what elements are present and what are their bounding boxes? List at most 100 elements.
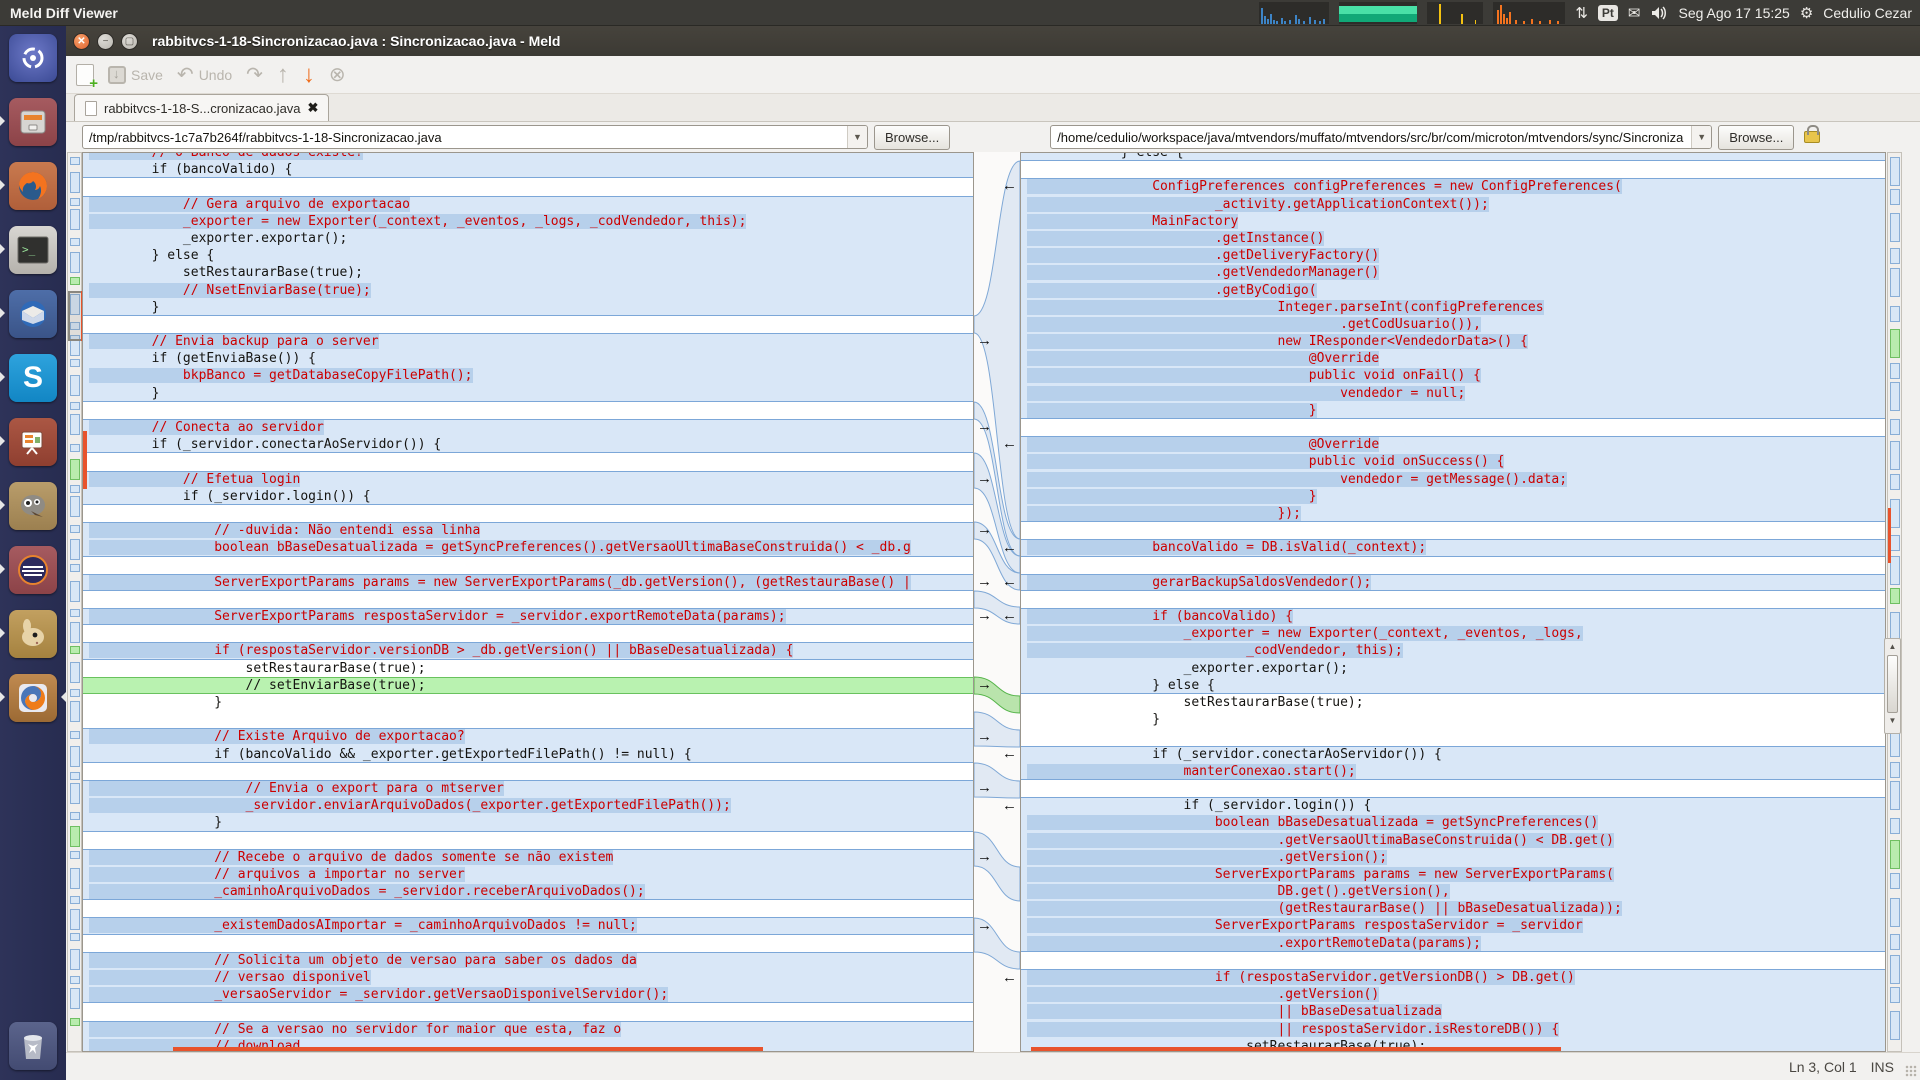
save-button[interactable]: Save — [108, 66, 163, 84]
push-right-arrow[interactable]: → — [977, 472, 992, 486]
tab-comparison[interactable]: rabbitvcs-1-18-S...cronizacao.java ✖ — [74, 94, 329, 121]
scrollbar-thumb[interactable] — [1887, 655, 1898, 713]
overview-chunk-blue — [1890, 382, 1900, 411]
right-overview-map[interactable] — [1887, 152, 1902, 1052]
overview-chunk-green — [1890, 840, 1900, 869]
left-code-pane[interactable]: // O Banco de dados existe? if (bancoVal… — [82, 152, 974, 1052]
code-line: || bBaseDesatualizada — [1021, 1003, 1885, 1020]
overview-chunk-blue — [1890, 499, 1900, 528]
code-line: _versaoServidor = _servidor.getVersaoDis… — [83, 986, 973, 1003]
code-line: if (bancoValido) { — [1021, 608, 1885, 625]
sound-indicator-icon[interactable] — [1651, 6, 1669, 20]
rabbitvcs-icon — [9, 610, 57, 658]
push-right-arrow[interactable]: → — [977, 420, 992, 434]
left-file-combo[interactable]: /tmp/rabbitvcs-1c7a7b264f/rabbitvcs-1-18… — [82, 125, 868, 149]
pull-left-arrow[interactable]: ← — [1002, 437, 1017, 451]
overview-chunk-blue — [1890, 419, 1900, 435]
code-line: } — [1021, 711, 1885, 728]
network-monitor-graph[interactable] — [1493, 2, 1565, 24]
pull-left-arrow[interactable]: ← — [1002, 799, 1017, 813]
scroll-down-icon[interactable]: ▼ — [1885, 713, 1900, 729]
window-titlebar[interactable]: ✕ − ▢ rabbitvcs-1-18-Sincronizacao.java … — [66, 26, 1920, 56]
push-right-arrow[interactable]: → — [977, 678, 992, 692]
overview-chunk-blue — [70, 581, 80, 602]
right-pane-scrollbar[interactable]: ▲ ▼ — [1884, 638, 1901, 734]
code-line — [1021, 557, 1885, 574]
launcher-item-rabbitvcs[interactable] — [0, 602, 66, 666]
user-indicator[interactable]: Cedulio Cezar — [1823, 5, 1912, 21]
window-minimize-button[interactable]: − — [97, 33, 114, 50]
new-comparison-button[interactable] — [76, 64, 94, 86]
left-overview-map[interactable] — [67, 152, 82, 1052]
pull-left-arrow[interactable]: ← — [1002, 609, 1017, 623]
clock-indicator[interactable]: Seg Ago 17 15:25 — [1679, 5, 1790, 21]
window-close-button[interactable]: ✕ — [73, 33, 90, 50]
next-change-button[interactable]: ↓ — [303, 65, 315, 85]
launcher-item-skype[interactable]: S — [0, 346, 66, 410]
launcher-item-firefox[interactable] — [0, 154, 66, 218]
stop-button[interactable]: ⊗ — [329, 65, 346, 85]
launcher-item-trash[interactable] — [0, 1014, 66, 1078]
right-browse-button[interactable]: Browse... — [1718, 125, 1794, 150]
launcher-item-eclipse[interactable] — [0, 538, 66, 602]
code-line: if (bancoValido) { — [83, 161, 973, 178]
left-file-dropdown-icon[interactable]: ▼ — [847, 126, 867, 148]
desktop: Meld Diff Viewer — [0, 0, 1920, 1080]
code-line: @Override — [1021, 350, 1885, 367]
overview-chunk-blue — [70, 157, 80, 165]
code-line: ServerExportParams params = new ServerEx… — [83, 574, 973, 591]
resize-grip[interactable] — [1905, 1065, 1917, 1077]
push-right-arrow[interactable]: → — [977, 730, 992, 744]
launcher-item-thunderbird[interactable] — [0, 282, 66, 346]
meld-window: ✕ − ▢ rabbitvcs-1-18-Sincronizacao.java … — [66, 26, 1920, 1080]
code-line: } — [83, 814, 973, 831]
network-indicator-icon[interactable]: ⇅ — [1575, 4, 1588, 22]
right-code-pane[interactable]: } else { ConfigPreferences configPrefere… — [1020, 152, 1886, 1052]
overview-chunk-blue — [70, 359, 80, 367]
keyboard-layout-indicator[interactable]: Pt — [1598, 5, 1618, 21]
push-right-arrow[interactable]: → — [977, 850, 992, 864]
pull-left-arrow[interactable]: ← — [1002, 575, 1017, 589]
push-right-arrow[interactable]: → — [977, 575, 992, 589]
redo-button[interactable]: ↷ — [246, 65, 263, 85]
pull-left-arrow[interactable]: ← — [1002, 179, 1017, 193]
undo-button[interactable]: ↶ Undo — [177, 65, 232, 85]
launcher-item-ubuntu-dash[interactable] — [0, 26, 66, 90]
code-line: if (_servidor.login()) { — [1021, 797, 1885, 814]
code-line: // O Banco de dados existe? — [83, 152, 973, 161]
push-right-arrow[interactable]: → — [977, 523, 992, 537]
left-browse-button[interactable]: Browse... — [874, 125, 950, 150]
code-line: // Recebe o arquivo de dados somente se … — [83, 849, 973, 866]
right-file-dropdown-icon[interactable]: ▼ — [1691, 126, 1711, 148]
previous-change-button[interactable]: ↑ — [277, 65, 289, 85]
push-right-arrow[interactable]: → — [977, 609, 992, 623]
pull-left-arrow[interactable]: ← — [1002, 971, 1017, 985]
arrow-down-icon: ↓ — [303, 65, 315, 85]
code-line: manterConexao.start(); — [1021, 763, 1885, 780]
push-right-arrow[interactable]: → — [977, 919, 992, 933]
window-maximize-button[interactable]: ▢ — [121, 33, 138, 50]
push-right-arrow[interactable]: → — [977, 781, 992, 795]
launcher-item-meld[interactable] — [0, 666, 66, 730]
scroll-up-icon[interactable]: ▲ — [1885, 639, 1900, 655]
cpu-monitor-graph[interactable] — [1259, 2, 1329, 24]
push-right-arrow[interactable]: → — [977, 334, 992, 348]
code-line — [83, 900, 973, 917]
tab-close-icon[interactable]: ✖ — [308, 100, 319, 116]
launcher-item-file-manager[interactable] — [0, 90, 66, 154]
pull-left-arrow[interactable]: ← — [1002, 541, 1017, 555]
memory-monitor-graph[interactable] — [1339, 2, 1417, 24]
session-gear-icon[interactable]: ⚙ — [1800, 4, 1813, 22]
launcher-item-gimp[interactable] — [0, 474, 66, 538]
skype-icon: S — [9, 354, 57, 402]
code-line: _exporter.exportar(); — [83, 230, 973, 247]
overview-chunk-blue — [70, 539, 80, 560]
disk-monitor-graph[interactable] — [1427, 2, 1483, 24]
overview-chunk-blue — [70, 976, 80, 984]
pull-left-arrow[interactable]: ← — [1002, 747, 1017, 761]
overview-chunk-blue — [1890, 441, 1900, 470]
launcher-item-libreoffice-impress[interactable] — [0, 410, 66, 474]
right-file-combo[interactable]: /home/cedulio/workspace/java/mtvendors/m… — [1050, 125, 1712, 149]
message-indicator-icon[interactable]: ✉ — [1628, 4, 1641, 22]
launcher-item-terminal[interactable]: >_ — [0, 218, 66, 282]
